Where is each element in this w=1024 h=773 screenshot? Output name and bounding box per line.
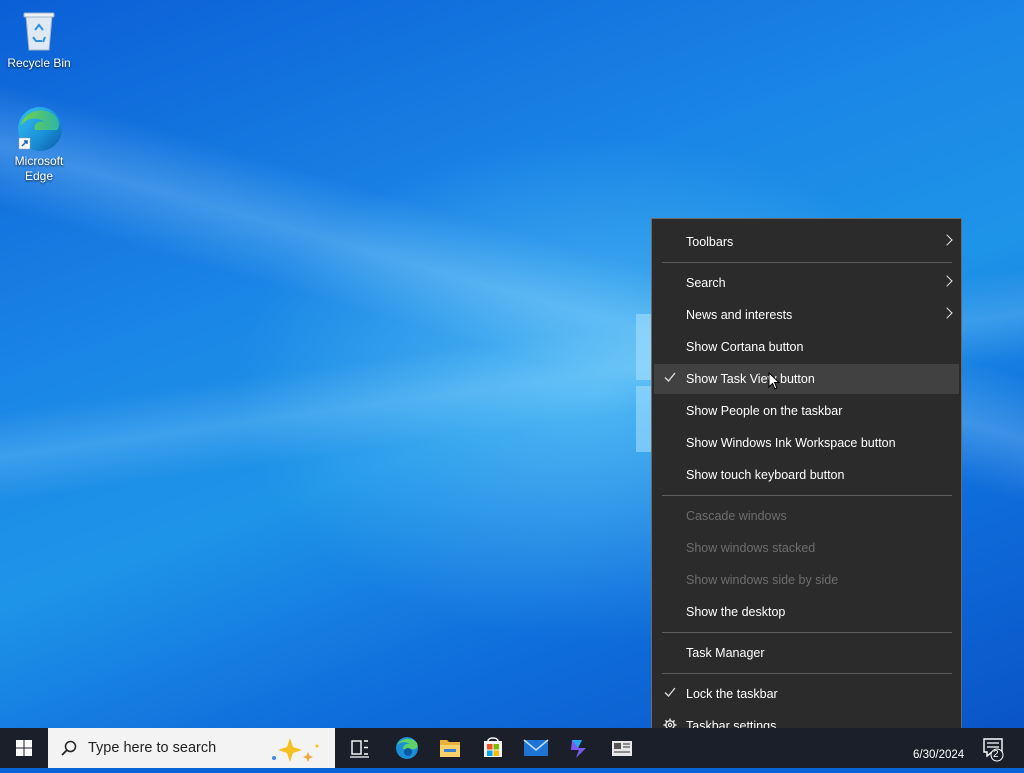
menu-item-toolbars[interactable]: Toolbars <box>654 227 959 257</box>
menu-item-label: Task Manager <box>686 646 765 660</box>
taskbar-mail-button[interactable] <box>515 728 557 768</box>
menu-item-label: Show Windows Ink Workspace button <box>686 436 896 450</box>
menu-item-label: Search <box>686 276 726 290</box>
file-explorer-icon <box>440 740 460 757</box>
menu-separator <box>662 262 952 263</box>
news-icon <box>612 741 632 756</box>
menu-separator <box>662 632 952 633</box>
sparkle-icon <box>272 738 319 762</box>
chevron-right-icon <box>941 275 953 287</box>
menu-item-show-touch-keyboard[interactable]: Show touch keyboard button <box>654 460 959 490</box>
menu-item-label: Show People on the taskbar <box>686 404 843 418</box>
menu-item-label: Show Task View button <box>686 372 815 386</box>
menu-item-label: Cascade windows <box>686 509 787 523</box>
desktop-icon-recycle-bin[interactable]: Recycle Bin <box>1 6 77 71</box>
menu-item-label: Show windows stacked <box>686 541 816 555</box>
start-button[interactable] <box>0 728 48 768</box>
copilot-icon <box>571 740 586 758</box>
menu-item-label: Show Cortana button <box>686 340 804 354</box>
microsoft-store-icon <box>484 737 502 757</box>
taskbar-copilot-button[interactable] <box>558 728 600 768</box>
clock-date[interactable]: 6/30/2024 <box>913 749 964 761</box>
taskbar-news-button[interactable] <box>601 728 643 768</box>
windows-logo-icon <box>16 740 32 756</box>
desktop-icon-microsoft-edge[interactable]: Microsoft Edge <box>1 104 77 184</box>
edge-icon <box>15 104 63 152</box>
taskbar-context-menu: Toolbars Search News and interests Show … <box>651 218 962 749</box>
task-view-icon <box>350 740 369 758</box>
menu-item-label: Show windows side by side <box>686 573 839 587</box>
menu-item-news-and-interests[interactable]: News and interests <box>654 300 959 330</box>
menu-item-label: Show touch keyboard button <box>686 468 845 482</box>
chevron-right-icon <box>941 307 953 319</box>
menu-item-show-windows-side-by-side: Show windows side by side <box>654 565 959 595</box>
chevron-right-icon <box>941 234 953 246</box>
menu-item-lock-the-taskbar[interactable]: Lock the taskbar <box>654 679 959 709</box>
mail-icon <box>523 739 549 756</box>
menu-separator <box>662 673 952 674</box>
taskbar-edge-button[interactable] <box>386 728 428 768</box>
taskbar: Type here to search 6/30/2024 2 <box>0 728 1024 768</box>
menu-item-show-cortana-button[interactable]: Show Cortana button <box>654 332 959 362</box>
task-view-button[interactable] <box>339 728 381 768</box>
menu-item-cascade-windows: Cascade windows <box>654 501 959 531</box>
menu-item-show-people[interactable]: Show People on the taskbar <box>654 396 959 426</box>
search-placeholder: Type here to search <box>88 740 217 756</box>
menu-item-task-manager[interactable]: Task Manager <box>654 638 959 668</box>
desktop-icon-label: Microsoft Edge <box>14 154 64 183</box>
menu-item-label: News and interests <box>686 308 793 322</box>
menu-item-label: Lock the taskbar <box>686 687 778 701</box>
checkmark-icon <box>664 687 676 697</box>
menu-item-show-windows-stacked: Show windows stacked <box>654 533 959 563</box>
menu-item-show-task-view-button[interactable]: Show Task View button <box>654 364 959 394</box>
taskbar-store-button[interactable] <box>472 728 514 768</box>
search-icon <box>61 740 77 756</box>
desktop-icon-label: Recycle Bin <box>7 56 71 70</box>
menu-separator <box>662 495 952 496</box>
notification-icon <box>983 738 1004 762</box>
menu-item-show-windows-ink[interactable]: Show Windows Ink Workspace button <box>654 428 959 458</box>
edge-icon <box>396 737 418 759</box>
checkmark-icon <box>664 372 676 382</box>
menu-item-label: Show the desktop <box>686 605 786 619</box>
recycle-bin-icon <box>15 6 63 54</box>
taskbar-file-explorer-button[interactable] <box>429 728 471 768</box>
notification-count: 2 <box>993 749 999 760</box>
menu-item-show-the-desktop[interactable]: Show the desktop <box>654 597 959 627</box>
menu-item-search[interactable]: Search <box>654 268 959 298</box>
mouse-pointer-icon <box>768 372 780 390</box>
taskbar-search-box[interactable]: Type here to search <box>48 728 335 768</box>
action-center-button[interactable]: 2 <box>978 728 1018 768</box>
menu-item-label: Toolbars <box>686 235 734 249</box>
